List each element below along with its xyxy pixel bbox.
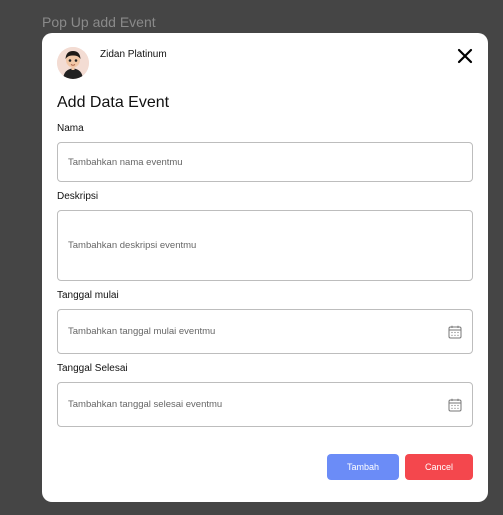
tanggal-selesai-label: Tanggal Selesai [57, 363, 128, 374]
nama-label: Nama [57, 123, 84, 134]
tanggal-mulai-label: Tanggal mulai [57, 290, 119, 301]
deskripsi-label: Deskripsi [57, 191, 99, 202]
nama-input[interactable]: Tambahkan nama eventmu [57, 142, 473, 182]
tanggal-selesai-input[interactable]: Tambahkan tanggal selesai eventmu [57, 382, 473, 427]
tambah-button[interactable]: Tambah [327, 454, 399, 480]
user-avatar [57, 47, 89, 79]
user-header: Zidan Platinum [57, 47, 167, 79]
nama-placeholder: Tambahkan nama eventmu [68, 156, 183, 168]
tanggal-mulai-placeholder: Tambahkan tanggal mulai eventmu [68, 326, 216, 337]
calendar-icon[interactable] [448, 325, 462, 339]
calendar-icon[interactable] [448, 398, 462, 412]
avatar-illustration [57, 47, 89, 79]
deskripsi-placeholder: Tambahkan deskripsi eventmu [68, 240, 197, 251]
frame-label: Pop Up add Event [42, 14, 156, 30]
tanggal-mulai-input[interactable]: Tambahkan tanggal mulai eventmu [57, 309, 473, 354]
modal-title: Add Data Event [57, 94, 170, 111]
cancel-button[interactable]: Cancel [405, 454, 473, 480]
add-event-modal: Zidan Platinum Add Data Event Nama Tamba… [42, 33, 488, 502]
deskripsi-textarea[interactable]: Tambahkan deskripsi eventmu [57, 210, 473, 281]
user-name: Zidan Platinum [100, 49, 167, 60]
close-icon [457, 48, 473, 64]
tanggal-selesai-placeholder: Tambahkan tanggal selesai eventmu [68, 399, 223, 410]
close-button[interactable] [456, 47, 474, 65]
